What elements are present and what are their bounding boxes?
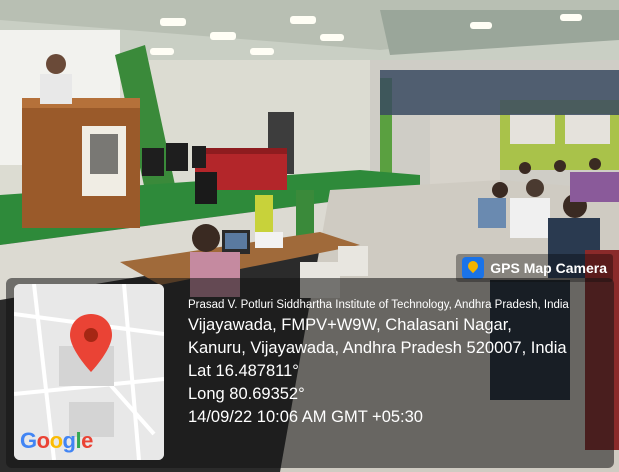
longitude: Long 80.69352°: [188, 385, 305, 403]
latitude: Lat 16.487811°: [188, 362, 299, 380]
timestamp: 14/09/22 10:06 AM GMT +05:30: [188, 408, 423, 426]
address-line-1: Vijayawada, FMPV+W9W, Chalasani Nagar,: [188, 316, 512, 334]
gps-camera-app-icon: [462, 257, 485, 279]
google-logo: Google: [20, 428, 93, 453]
badge-label: GPS Map Camera: [490, 260, 607, 276]
institute-name: Prasad V. Potluri Siddhartha Institute o…: [188, 299, 569, 311]
map-thumbnail: Google: [14, 284, 164, 460]
address-line-2: Kanuru, Vijayawada, Andhra Pradesh 52000…: [188, 339, 567, 357]
location-info: Prasad V. Potluri Siddhartha Institute o…: [188, 296, 613, 429]
